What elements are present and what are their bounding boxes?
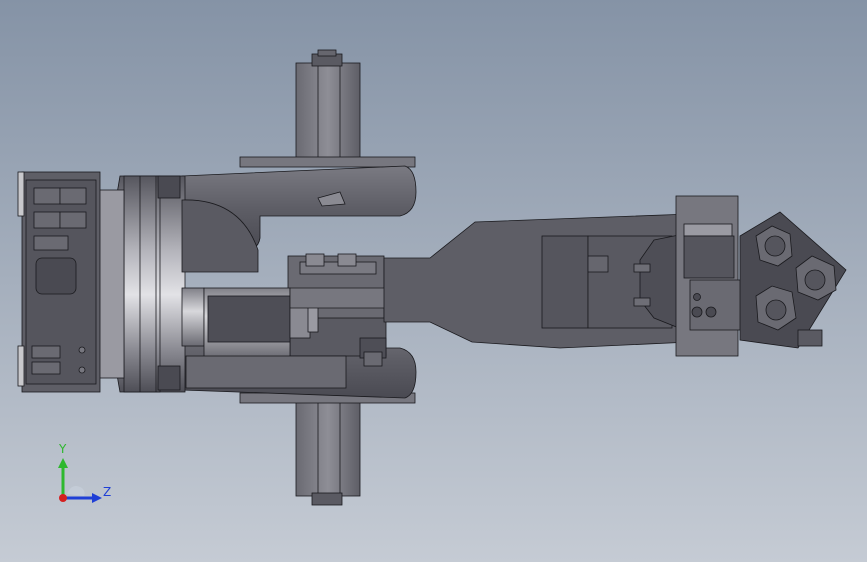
rotary-drum[interactable] bbox=[97, 175, 186, 393]
base-housing[interactable] bbox=[17, 171, 101, 393]
triad-origin bbox=[59, 494, 67, 502]
y-axis-label: Y bbox=[59, 442, 67, 456]
graphics-viewport[interactable] bbox=[0, 0, 867, 562]
end-effector[interactable] bbox=[675, 195, 745, 357]
model-view[interactable] bbox=[0, 0, 867, 562]
z-axis-label: Z bbox=[103, 485, 112, 499]
